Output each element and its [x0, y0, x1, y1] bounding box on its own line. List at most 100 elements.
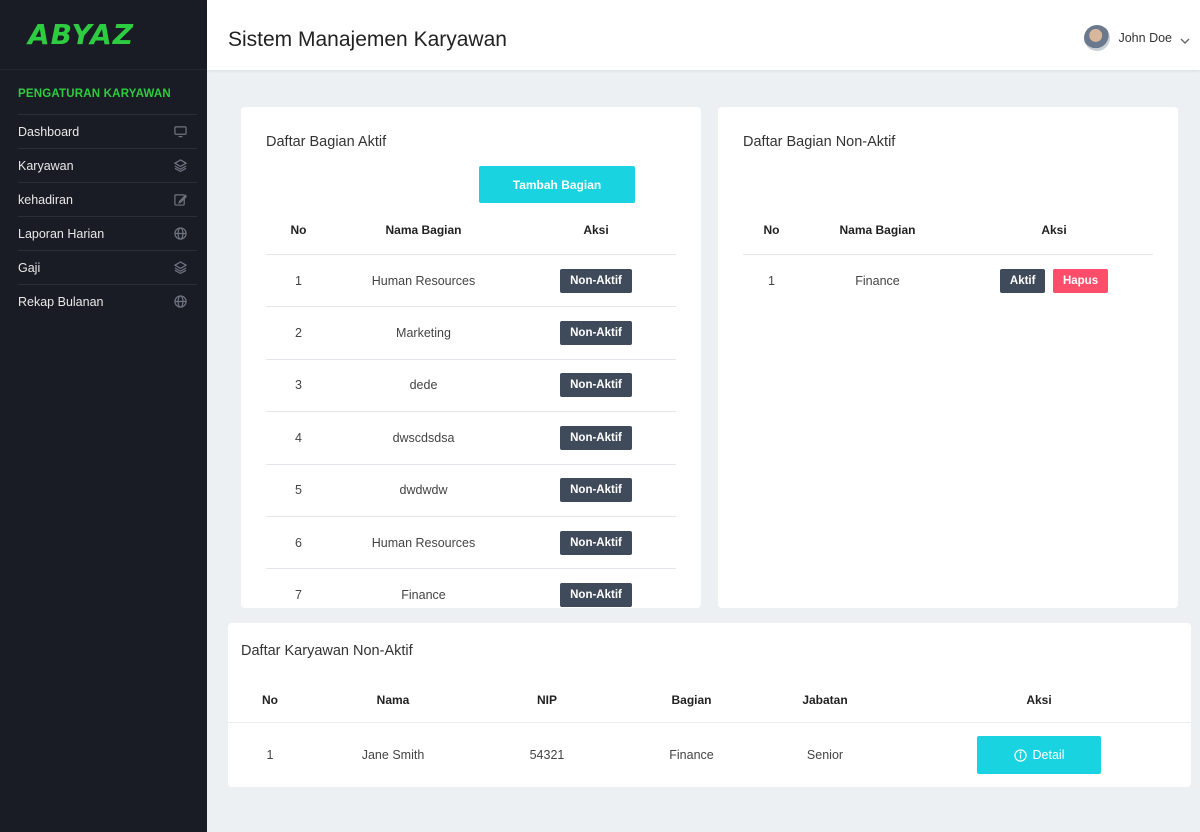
- table-row: 7 Finance Non-Aktif: [266, 569, 676, 608]
- avatar[interactable]: [1084, 25, 1111, 51]
- user-name[interactable]: John Doe: [1118, 31, 1172, 45]
- layers-icon: [173, 159, 187, 173]
- sidebar-item-karyawan[interactable]: Karyawan: [18, 148, 197, 182]
- cell-action: Non-Aktif: [516, 268, 676, 293]
- deactivate-button[interactable]: Non-Aktif: [560, 373, 632, 398]
- column-header-action: Aksi: [1026, 693, 1052, 707]
- sidebar-item-kehadiran[interactable]: kehadiran: [18, 182, 197, 216]
- cell-jabatan: Senior: [806, 748, 844, 762]
- sidebar-item-laporan-harian[interactable]: Laporan Harian: [18, 216, 197, 250]
- cell-action: Detail: [887, 736, 1191, 774]
- cell-no: 5: [295, 483, 302, 498]
- globe-icon: [173, 227, 187, 241]
- sidebar-item-gaji[interactable]: Gaji: [18, 250, 197, 284]
- sidebar-item-label: Karyawan: [18, 158, 74, 173]
- deactivate-button[interactable]: Non-Aktif: [560, 268, 632, 293]
- detail-button[interactable]: Detail: [977, 736, 1101, 774]
- cell-nama: Jane Smith: [361, 748, 425, 762]
- cell-no: 3: [295, 378, 302, 393]
- column-header-bagian: Bagian: [671, 693, 712, 707]
- cell-action: Non-Aktif: [516, 321, 676, 346]
- inactive-departments-card: Daftar Bagian Non-Aktif No Nama Bagian A…: [718, 107, 1178, 608]
- table-row: 1 Human Resources Non-Aktif: [266, 255, 676, 308]
- logo-text: ABYAZ: [28, 18, 135, 51]
- inactive-employees-table: No Nama NIP Bagian Jabatan Aksi 1 Jane S…: [228, 678, 1191, 787]
- cell-bagian: Finance: [669, 748, 714, 762]
- chevron-down-icon[interactable]: [1180, 33, 1190, 44]
- sidebar-item-rekap-bulanan[interactable]: Rekap Bulanan: [18, 284, 197, 318]
- sidebar-item-label: Laporan Harian: [18, 226, 105, 241]
- deactivate-button[interactable]: Non-Aktif: [560, 583, 632, 608]
- table-row: 3 dede Non-Aktif: [266, 360, 676, 413]
- column-header-no: No: [290, 223, 307, 237]
- cell-nip: 54321: [529, 748, 565, 762]
- table-row: 2 Marketing Non-Aktif: [266, 307, 676, 360]
- card-title: Daftar Bagian Aktif: [266, 134, 387, 150]
- table-row: 1 Jane Smith 54321 Finance Senior Detail: [228, 723, 1191, 787]
- delete-button[interactable]: Hapus: [1052, 269, 1109, 293]
- globe-icon: [173, 295, 187, 309]
- sidebar-item-label: Rekap Bulanan: [18, 294, 104, 309]
- add-department-button[interactable]: Tambah Bagian: [479, 166, 635, 203]
- column-header-jabatan: Jabatan: [802, 693, 848, 707]
- table-row: 1 Finance Aktif Hapus: [743, 255, 1153, 307]
- sidebar: ABYAZ PENGATURAN KARYAWAN Dashboard Kary…: [0, 0, 207, 832]
- monitor-icon: [173, 125, 187, 139]
- cell-action: Non-Aktif: [516, 373, 676, 398]
- user-menu[interactable]: John Doe: [1084, 25, 1190, 51]
- deactivate-button[interactable]: Non-Aktif: [560, 478, 632, 503]
- cell-name: Human Resources: [371, 535, 476, 550]
- cell-name: Finance: [401, 588, 446, 603]
- cell-name: dwscdsdsa: [392, 430, 455, 445]
- column-header-name: Nama Bagian: [385, 223, 462, 237]
- cell-name: Marketing: [396, 326, 451, 341]
- table-header: No Nama Bagian Aksi: [743, 206, 1153, 255]
- column-header-no: No: [763, 223, 780, 237]
- active-departments-card: Daftar Bagian Aktif Tambah Bagian No Nam…: [241, 107, 701, 608]
- table-row: 5 dwdwdw Non-Aktif: [266, 465, 676, 517]
- cell-no: 1: [768, 274, 775, 288]
- layers-icon: [173, 261, 187, 275]
- cell-no: 6: [295, 535, 302, 550]
- sidebar-item-label: Dashboard: [18, 124, 80, 139]
- sidebar-item-label: kehadiran: [18, 192, 73, 207]
- table-header: No Nama Bagian Aksi: [266, 206, 676, 255]
- cell-name: dwdwdw: [399, 483, 448, 498]
- cell-name: Human Resources: [371, 273, 476, 288]
- deactivate-button[interactable]: Non-Aktif: [560, 530, 632, 555]
- cell-name: dede: [409, 378, 438, 393]
- sidebar-section-title: PENGATURAN KARYAWAN: [18, 88, 171, 100]
- edit-icon: [173, 193, 187, 207]
- cell-name: Finance: [855, 274, 900, 288]
- cell-no: 1: [266, 748, 274, 762]
- detail-button-label: Detail: [1032, 748, 1065, 762]
- cell-action: Aktif Hapus: [955, 269, 1153, 293]
- sidebar-item-label: Gaji: [18, 260, 41, 275]
- card-title: Daftar Karyawan Non-Aktif: [241, 643, 413, 659]
- inactive-departments-table: No Nama Bagian Aksi 1 Finance Aktif Hapu…: [743, 206, 1153, 307]
- brand-logo[interactable]: ABYAZ: [0, 0, 207, 70]
- card-title: Daftar Bagian Non-Aktif: [743, 134, 896, 150]
- table-header: No Nama NIP Bagian Jabatan Aksi: [228, 678, 1191, 723]
- sidebar-item-dashboard[interactable]: Dashboard: [18, 114, 197, 148]
- cell-no: 4: [295, 430, 302, 445]
- table-row: 6 Human Resources Non-Aktif: [266, 517, 676, 570]
- column-header-name: Nama Bagian: [839, 223, 916, 237]
- cell-no: 2: [295, 326, 302, 341]
- activate-button[interactable]: Aktif: [999, 269, 1046, 293]
- cell-action: Non-Aktif: [516, 478, 676, 503]
- table-row: 4 dwscdsdsa Non-Aktif: [266, 412, 676, 465]
- inactive-employees-card: Daftar Karyawan Non-Aktif No Nama NIP Ba…: [228, 623, 1191, 787]
- cell-no: 7: [295, 588, 302, 603]
- cell-action: Non-Aktif: [516, 583, 676, 608]
- column-header-action: Aksi: [583, 223, 609, 237]
- column-header-action: Aksi: [1041, 223, 1067, 237]
- info-icon: [1013, 748, 1027, 762]
- column-header-no: No: [262, 693, 278, 707]
- cell-action: Non-Aktif: [516, 530, 676, 555]
- column-header-nip: NIP: [536, 693, 557, 707]
- deactivate-button[interactable]: Non-Aktif: [560, 425, 632, 450]
- cell-action: Non-Aktif: [516, 425, 676, 450]
- column-header-nama: Nama: [376, 693, 410, 707]
- deactivate-button[interactable]: Non-Aktif: [560, 321, 632, 346]
